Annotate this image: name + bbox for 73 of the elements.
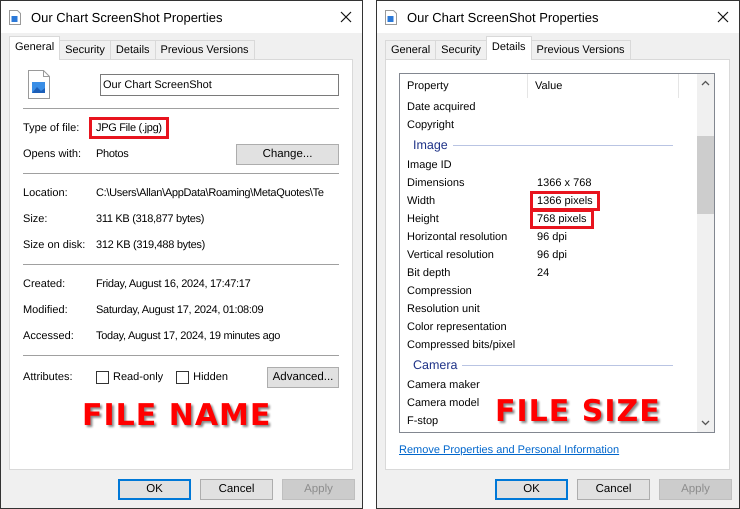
property-label: Opens with:: [23, 148, 82, 160]
property-name: Image ID: [406, 159, 453, 171]
property-name: Camera model: [406, 397, 480, 409]
group-heading: Image: [413, 138, 448, 152]
checkbox-label: Read-only: [113, 371, 164, 383]
property-name: Date acquired: [406, 101, 476, 113]
annotation-caption: FILE SIZE: [495, 394, 661, 429]
property-name: F-stop: [406, 415, 440, 427]
tab[interactable]: General: [9, 36, 60, 60]
property-label: Type of file:: [23, 122, 80, 134]
column-header[interactable]: Value: [528, 74, 679, 98]
property-value: 96 dpi: [536, 230, 568, 245]
scroll-up-icon[interactable]: [701, 80, 710, 86]
property-value: Today, August 17, 2024, 19 minutes ago: [95, 329, 282, 344]
property-name: Height: [406, 213, 440, 225]
property-name: Camera maker: [406, 379, 481, 391]
window-title: Our Chart ScreenShot Properties: [31, 10, 224, 24]
property-label: Size on disk:: [23, 239, 86, 251]
property-name: Resolution unit: [406, 303, 481, 315]
attributes-label: Attributes:: [23, 371, 74, 383]
property-name: Color representation: [406, 321, 508, 333]
group-heading: Camera: [413, 358, 458, 372]
property-value: 1366 x 768: [536, 176, 592, 191]
property-label: Modified:: [23, 304, 69, 316]
remove-properties-link[interactable]: Remove Properties and Personal Information: [399, 444, 620, 456]
tab[interactable]: Details: [486, 36, 532, 60]
property-value: Friday, August 16, 2024, 17:47:17: [95, 277, 252, 292]
property-name: Vertical resolution: [406, 249, 495, 261]
column-header[interactable]: Property: [400, 74, 528, 98]
property-label: Location:: [23, 187, 69, 199]
tab[interactable]: Previous Versions: [154, 40, 255, 59]
property-value: JPG File (.jpg): [89, 117, 169, 139]
property-value: C:\Users\Allan\AppData\Roaming\MetaQuotes\Te: [95, 186, 325, 201]
dialog-button[interactable]: OK: [118, 478, 191, 500]
close-icon[interactable]: [717, 11, 729, 23]
property-label: Size:: [23, 213, 48, 225]
property-name: Compressed bits/pixel: [406, 339, 516, 351]
scroll-down-icon[interactable]: [701, 420, 710, 426]
dialog-button[interactable]: Cancel: [577, 478, 650, 500]
property-name: Horizontal resolution: [406, 231, 508, 243]
annotation-caption: FILE NAME: [82, 398, 272, 433]
property-value: 1366 pixels: [530, 191, 600, 211]
property-label: Created:: [23, 278, 66, 290]
change-button[interactable]: Change...: [236, 144, 339, 164]
close-icon[interactable]: [340, 11, 352, 23]
scrollbar[interactable]: [697, 74, 714, 432]
property-value: 96 dpi: [536, 248, 568, 263]
tab[interactable]: General: [385, 40, 436, 59]
scroll-thumb[interactable]: [697, 136, 714, 214]
property-name: Compression: [406, 285, 473, 297]
window-title: Our Chart ScreenShot Properties: [407, 10, 600, 24]
property-value: Saturday, August 17, 2024, 01:08:09: [95, 303, 264, 318]
property-value: 311 KB (318,877 bytes): [95, 212, 206, 227]
property-label: Accessed:: [23, 330, 75, 342]
dialog-button[interactable]: OK: [495, 478, 568, 500]
property-value: Photos: [95, 147, 130, 162]
file-name-field[interactable]: Our Chart ScreenShot: [100, 74, 339, 96]
property-name: Copyright: [406, 119, 456, 131]
property-value: 24: [536, 266, 550, 281]
dialog-button[interactable]: Cancel: [200, 478, 273, 500]
checkbox[interactable]: [176, 370, 190, 384]
property-value: 312 KB (319,488 bytes): [95, 238, 206, 253]
image-file-icon: [9, 10, 21, 24]
advanced-button[interactable]: Advanced...: [267, 366, 339, 388]
checkbox-label: Hidden: [193, 371, 228, 383]
property-name: Width: [406, 195, 436, 207]
checkbox[interactable]: [96, 370, 109, 384]
image-file-icon: [28, 70, 50, 99]
property-name: Dimensions: [406, 177, 466, 189]
property-name: Bit depth: [406, 267, 452, 279]
tab[interactable]: Previous Versions: [530, 40, 631, 59]
image-file-icon: [385, 10, 397, 24]
property-value: 768 pixels: [530, 209, 594, 229]
